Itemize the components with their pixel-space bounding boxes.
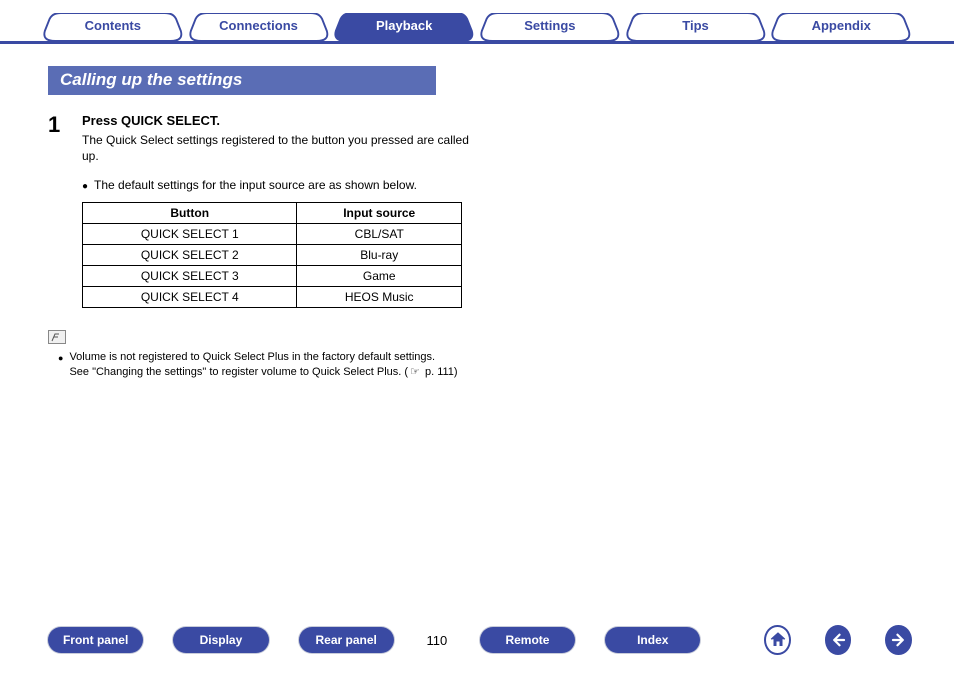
table-row: QUICK SELECT 3 Game — [83, 266, 462, 287]
bullet-icon: ● — [58, 350, 63, 380]
tab-label: Tips — [682, 18, 709, 33]
tab-contents[interactable]: Contents — [42, 13, 184, 41]
table-row: QUICK SELECT 1 CBL/SAT — [83, 224, 462, 245]
footnote-text: Volume is not registered to Quick Select… — [69, 350, 457, 380]
tab-appendix[interactable]: Appendix — [770, 13, 912, 41]
home-button[interactable] — [764, 625, 791, 655]
step-heading: Press QUICK SELECT. — [82, 113, 480, 128]
prev-page-button[interactable] — [825, 625, 852, 655]
tab-label: Playback — [376, 18, 432, 33]
step-number: 1 — [48, 113, 82, 164]
footnote-block: ● Volume is not registered to Quick Sele… — [48, 330, 480, 380]
tab-connections[interactable]: Connections — [188, 13, 330, 41]
remote-button[interactable]: Remote — [480, 627, 575, 653]
default-settings-note: ● The default settings for the input sou… — [82, 178, 480, 196]
tab-label: Settings — [524, 18, 575, 33]
table-row: QUICK SELECT 4 HEOS Music — [83, 287, 462, 308]
page-number: 110 — [424, 633, 450, 648]
section-title: Calling up the settings — [48, 66, 436, 95]
table-header: Input source — [297, 203, 462, 224]
footnote-line: ● Volume is not registered to Quick Sele… — [58, 350, 480, 380]
bottom-bar: Front panel Display Rear panel 110 Remot… — [0, 625, 954, 655]
front-panel-button[interactable]: Front panel — [48, 627, 143, 653]
display-button[interactable]: Display — [173, 627, 268, 653]
main-content: Calling up the settings 1 Press QUICK SE… — [0, 44, 480, 380]
top-tabs: Contents Connections Playback Settings T… — [0, 0, 954, 44]
tab-label: Contents — [85, 18, 141, 33]
tab-playback[interactable]: Playback — [333, 13, 475, 41]
page-ref-icon: ☞ — [410, 365, 420, 380]
step-description: The Quick Select settings registered to … — [82, 132, 480, 164]
step-1: 1 Press QUICK SELECT. The Quick Select s… — [48, 113, 480, 164]
arrow-right-icon — [890, 631, 908, 649]
default-settings-text: The default settings for the input sourc… — [94, 178, 417, 196]
bullet-icon: ● — [82, 178, 88, 196]
table-row: QUICK SELECT 2 Blu-ray — [83, 245, 462, 266]
note-icon — [48, 330, 66, 344]
tab-tips[interactable]: Tips — [625, 13, 767, 41]
arrow-left-icon — [829, 631, 847, 649]
home-icon — [769, 631, 787, 649]
tab-label: Appendix — [812, 18, 871, 33]
table-header-row: Button Input source — [83, 203, 462, 224]
next-page-button[interactable] — [885, 625, 912, 655]
tab-label: Connections — [219, 18, 298, 33]
index-button[interactable]: Index — [605, 627, 700, 653]
tab-settings[interactable]: Settings — [479, 13, 621, 41]
quick-select-table: Button Input source QUICK SELECT 1 CBL/S… — [82, 202, 462, 308]
table-header: Button — [83, 203, 297, 224]
rear-panel-button[interactable]: Rear panel — [299, 627, 394, 653]
